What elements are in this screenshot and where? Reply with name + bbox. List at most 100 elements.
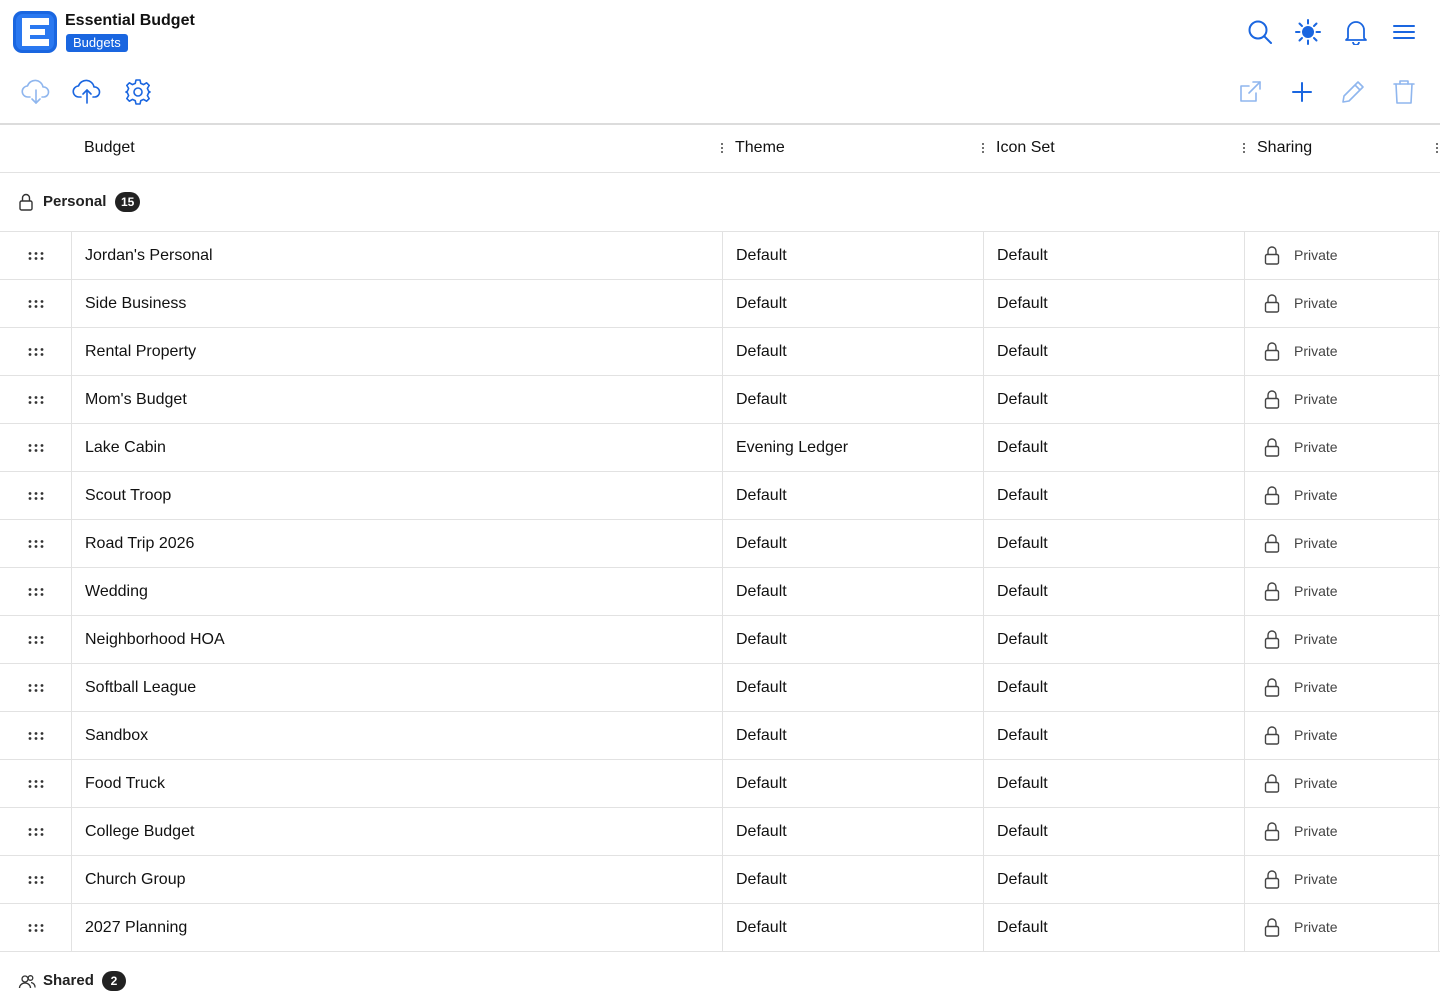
budget-name-cell[interactable]: 2027 Planning bbox=[85, 904, 705, 951]
theme-sun-icon[interactable] bbox=[1292, 16, 1324, 48]
drag-handle-icon[interactable] bbox=[0, 664, 72, 711]
theme-cell[interactable]: Default bbox=[736, 328, 976, 375]
theme-cell[interactable]: Default bbox=[736, 520, 976, 567]
add-plus-icon[interactable] bbox=[1284, 74, 1320, 110]
drag-handle-icon[interactable] bbox=[0, 856, 72, 903]
icon-set-cell[interactable]: Default bbox=[997, 328, 1237, 375]
budget-name-cell[interactable]: Neighborhood HOA bbox=[85, 616, 705, 663]
table-row[interactable]: Softball League Default Default Private bbox=[0, 664, 1440, 712]
theme-cell[interactable]: Default bbox=[736, 712, 976, 759]
row-edge bbox=[1438, 808, 1439, 855]
drag-handle-icon[interactable] bbox=[0, 424, 72, 471]
icon-set-cell[interactable]: Default bbox=[997, 808, 1237, 855]
settings-gear-icon[interactable] bbox=[120, 74, 156, 110]
theme-cell[interactable]: Default bbox=[736, 616, 976, 663]
drag-handle-icon[interactable] bbox=[0, 280, 72, 327]
theme-cell[interactable]: Default bbox=[736, 808, 976, 855]
icon-set-cell[interactable]: Default bbox=[997, 856, 1237, 903]
cloud-download-icon[interactable] bbox=[18, 74, 54, 110]
drag-handle-icon[interactable] bbox=[0, 376, 72, 423]
budget-name-cell[interactable]: Lake Cabin bbox=[85, 424, 705, 471]
table-row[interactable]: Lake Cabin Evening Ledger Default Private bbox=[0, 424, 1440, 472]
icon-set-cell[interactable]: Default bbox=[997, 280, 1237, 327]
table-row[interactable]: Side Business Default Default Private bbox=[0, 280, 1440, 328]
budget-name-cell[interactable]: Food Truck bbox=[85, 760, 705, 807]
theme-cell[interactable]: Default bbox=[736, 664, 976, 711]
column-resize-handle[interactable] bbox=[719, 141, 725, 157]
drag-handle-icon[interactable] bbox=[0, 232, 72, 279]
table-row[interactable]: Food Truck Default Default Private bbox=[0, 760, 1440, 808]
table-row[interactable]: Rental Property Default Default Private bbox=[0, 328, 1440, 376]
theme-cell[interactable]: Evening Ledger bbox=[736, 424, 976, 471]
icon-set-cell[interactable]: Default bbox=[997, 712, 1237, 759]
budget-name-cell[interactable]: Scout Troop bbox=[85, 472, 705, 519]
icon-set-cell[interactable]: Default bbox=[997, 424, 1237, 471]
column-header-budget[interactable]: Budget bbox=[84, 125, 135, 173]
column-resize-handle[interactable] bbox=[1241, 141, 1247, 157]
theme-cell[interactable]: Default bbox=[736, 760, 976, 807]
drag-handle-icon[interactable] bbox=[0, 616, 72, 663]
notifications-bell-icon[interactable] bbox=[1340, 16, 1372, 48]
cloud-upload-icon[interactable] bbox=[69, 74, 105, 110]
group-header-personal[interactable]: Personal 15 bbox=[0, 173, 1440, 232]
menu-hamburger-icon[interactable] bbox=[1388, 16, 1420, 48]
icon-set-cell[interactable]: Default bbox=[997, 232, 1237, 279]
search-icon[interactable] bbox=[1244, 16, 1276, 48]
budget-name-cell[interactable]: Wedding bbox=[85, 568, 705, 615]
drag-handle-icon[interactable] bbox=[0, 760, 72, 807]
table-row[interactable]: Road Trip 2026 Default Default Private bbox=[0, 520, 1440, 568]
column-header-sharing[interactable]: Sharing bbox=[1257, 125, 1312, 173]
drag-handle-icon[interactable] bbox=[0, 328, 72, 375]
table-row[interactable]: Church Group Default Default Private bbox=[0, 856, 1440, 904]
icon-set-cell[interactable]: Default bbox=[997, 664, 1237, 711]
icon-set-cell[interactable]: Default bbox=[997, 616, 1237, 663]
drag-handle-icon[interactable] bbox=[0, 904, 72, 951]
icon-set-cell[interactable]: Default bbox=[997, 568, 1237, 615]
budget-name-cell[interactable]: College Budget bbox=[85, 808, 705, 855]
table-row[interactable]: College Budget Default Default Private bbox=[0, 808, 1440, 856]
row-edge bbox=[1438, 664, 1439, 711]
drag-handle-icon[interactable] bbox=[0, 712, 72, 759]
theme-cell[interactable]: Default bbox=[736, 232, 976, 279]
theme-cell[interactable]: Default bbox=[736, 904, 976, 951]
table-row[interactable]: Wedding Default Default Private bbox=[0, 568, 1440, 616]
open-external-icon[interactable] bbox=[1232, 74, 1268, 110]
budget-name-cell[interactable]: Mom's Budget bbox=[85, 376, 705, 423]
theme-cell[interactable]: Default bbox=[736, 280, 976, 327]
table-row[interactable]: 2027 Planning Default Default Private bbox=[0, 904, 1440, 952]
table-row[interactable]: Sandbox Default Default Private bbox=[0, 712, 1440, 760]
table-row[interactable]: Neighborhood HOA Default Default Private bbox=[0, 616, 1440, 664]
group-header-shared[interactable]: Shared 2 bbox=[0, 952, 1440, 1000]
drag-handle-icon[interactable] bbox=[0, 808, 72, 855]
budget-name-cell[interactable]: Side Business bbox=[85, 280, 705, 327]
column-resize-handle[interactable] bbox=[980, 141, 986, 157]
drag-handle-icon[interactable] bbox=[0, 568, 72, 615]
icon-set-cell[interactable]: Default bbox=[997, 376, 1237, 423]
icon-set-cell[interactable]: Default bbox=[997, 760, 1237, 807]
budget-name-cell[interactable]: Road Trip 2026 bbox=[85, 520, 705, 567]
budget-name-cell[interactable]: Rental Property bbox=[85, 328, 705, 375]
edit-pencil-icon[interactable] bbox=[1335, 74, 1371, 110]
drag-handle-icon[interactable] bbox=[0, 520, 72, 567]
budget-name-cell[interactable]: Sandbox bbox=[85, 712, 705, 759]
column-resize-handle[interactable] bbox=[1434, 141, 1440, 157]
column-header-theme[interactable]: Theme bbox=[735, 125, 785, 173]
budget-name-cell[interactable]: Softball League bbox=[85, 664, 705, 711]
column-header-icon-set[interactable]: Icon Set bbox=[996, 125, 1055, 173]
delete-trash-icon[interactable] bbox=[1386, 74, 1422, 110]
sharing-status: Private bbox=[1294, 919, 1338, 935]
theme-cell[interactable]: Default bbox=[736, 472, 976, 519]
drag-handle-icon[interactable] bbox=[0, 472, 72, 519]
theme-cell[interactable]: Default bbox=[736, 856, 976, 903]
theme-cell[interactable]: Default bbox=[736, 376, 976, 423]
budget-name-cell[interactable]: Jordan's Personal bbox=[85, 232, 705, 279]
table-row[interactable]: Jordan's Personal Default Default Private bbox=[0, 232, 1440, 280]
column-divider bbox=[722, 664, 723, 711]
theme-cell[interactable]: Default bbox=[736, 568, 976, 615]
table-row[interactable]: Mom's Budget Default Default Private bbox=[0, 376, 1440, 424]
table-row[interactable]: Scout Troop Default Default Private bbox=[0, 472, 1440, 520]
icon-set-cell[interactable]: Default bbox=[997, 472, 1237, 519]
icon-set-cell[interactable]: Default bbox=[997, 904, 1237, 951]
icon-set-cell[interactable]: Default bbox=[997, 520, 1237, 567]
budget-name-cell[interactable]: Church Group bbox=[85, 856, 705, 903]
